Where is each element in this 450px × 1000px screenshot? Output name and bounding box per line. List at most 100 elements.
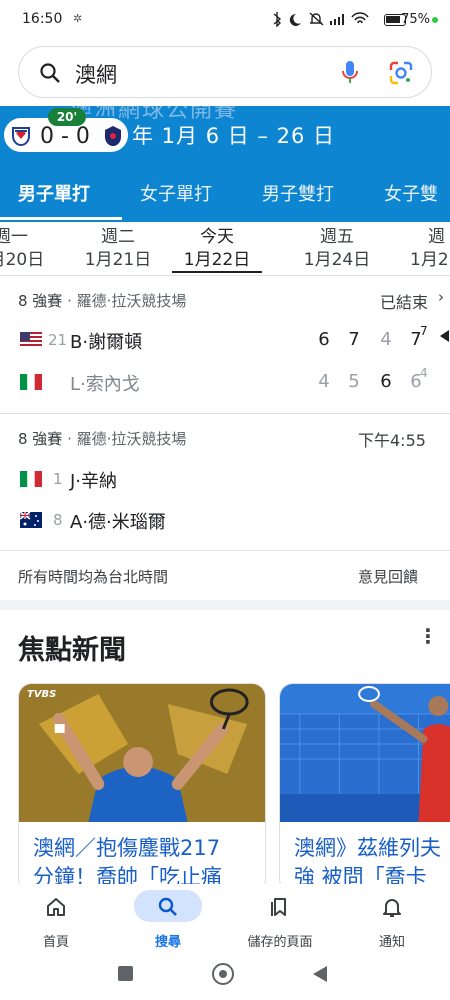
day-tuesday[interactable]: 週二 1月21日 [78, 226, 158, 272]
set-score: 4 [318, 371, 330, 392]
bell-icon [383, 899, 401, 917]
player-seed: 21 [48, 331, 68, 349]
more-options-icon[interactable]: ⋮ [418, 626, 438, 646]
day-monday[interactable]: 週一 1月20日 [0, 226, 46, 272]
news-card[interactable]: TVBS 澳網／抱傷鏖戰217 分鐘！喬帥「吃止痛 [18, 683, 266, 893]
category-tabs: 男子單打 女子單打 男子雙打 女子雙 [0, 168, 450, 220]
match-status: 已結束 [380, 293, 429, 312]
player-name: L·索內戈 [70, 374, 140, 395]
chevron-right-icon: › [438, 288, 444, 306]
day-selector: 週一 1月20日 週二 1月21日 今天 1月22日 週五 1月24日 週 1月… [0, 222, 450, 276]
search-icon [40, 63, 60, 83]
microphone-icon[interactable] [341, 60, 359, 86]
selected-day-indicator [172, 271, 262, 273]
flag-italy-icon [20, 374, 42, 390]
match-round: 8 強賽 [18, 292, 63, 310]
match-card[interactable]: 8 強賽 · 羅德·拉沃競技場 下午4:55 1 J·辛納 8 A·德·米瑙爾 [0, 414, 450, 550]
source-logo: TVBS [27, 689, 57, 700]
search-icon [158, 897, 177, 916]
day-today[interactable]: 今天 1月22日 [177, 226, 257, 272]
match-round: 8 強賽 [18, 430, 63, 448]
system-navigation-bar [0, 954, 450, 1000]
bottom-navigation: 首頁 搜尋 儲存的頁面 通知 [0, 884, 450, 954]
nav-home[interactable]: 首頁 [0, 884, 112, 954]
live-score: 0 - 0 [40, 124, 90, 149]
set-score: 7 [348, 329, 360, 350]
day-date: 1月22日 [183, 250, 251, 270]
day-date: 1月2 [410, 250, 449, 270]
home-button-dot-icon [219, 970, 227, 978]
status-time: 16:50 [22, 11, 63, 27]
player-seed: 8 [53, 511, 63, 529]
set-score: 6 [380, 371, 392, 392]
nav-label: 搜尋 [154, 935, 181, 950]
recents-button[interactable] [118, 966, 133, 981]
live-score-pill[interactable]: 20' 0 - 0 [2, 108, 130, 154]
match-card[interactable]: 8 強賽 · 羅德·拉沃競技場 已結束 › 21 B·謝爾頓 6 7 4 7 7… [0, 276, 450, 413]
flag-usa-icon [20, 332, 42, 348]
status-bar: 16:50 ✲ 75% [0, 0, 450, 40]
feedback-link[interactable]: 意見回饋 [358, 566, 418, 587]
headline-line: 澳網／抱傷鏖戰217 [33, 836, 221, 860]
settings-notification-icon: ✲ [73, 12, 83, 25]
day-date: 1月21日 [84, 250, 152, 270]
tournament-dates: 年 1月 6 日 – 26 日 [132, 124, 335, 148]
player-name: B·謝爾頓 [70, 332, 143, 353]
set-score: 4 [380, 329, 392, 350]
lens-camera-icon[interactable] [389, 61, 413, 85]
nav-saved[interactable]: 儲存的頁面 [224, 884, 336, 954]
status-glyphs-icon [273, 12, 369, 28]
bookmark-icon [271, 898, 286, 916]
day-next[interactable]: 週 1月2 [410, 226, 450, 272]
active-tab-indicator [0, 217, 122, 220]
day-label: 週五 [320, 227, 354, 247]
flag-italy-icon [20, 471, 42, 487]
search-input[interactable]: 澳網 [75, 59, 117, 89]
divider [0, 550, 450, 551]
day-label: 今天 [200, 227, 234, 247]
tab-womens-doubles[interactable]: 女子雙 [384, 180, 438, 206]
player-seed: 1 [53, 470, 63, 488]
nav-search[interactable]: 搜尋 [112, 884, 224, 954]
match-start-time: 下午4:55 [358, 431, 426, 450]
nav-label: 首頁 [42, 935, 69, 950]
nav-label: 儲存的頁面 [247, 935, 313, 950]
day-label: 週 [428, 227, 445, 247]
tab-womens-singles[interactable]: 女子單打 [140, 180, 212, 206]
match-venue: 羅德·拉沃競技場 [76, 292, 187, 310]
news-card[interactable]: 澳網》茲維列夫 強 被問「喬卡 [279, 683, 450, 893]
team-crest-home-icon [12, 127, 30, 147]
top-stories-title: 焦點新聞 [18, 635, 126, 666]
news-photo-zverev [280, 684, 450, 822]
news-photo-djokovic [19, 684, 265, 822]
player-name: A·德·米瑙爾 [70, 512, 166, 533]
status-icons [270, 11, 390, 31]
match-round-venue: 8 強賽 · 羅德·拉沃競技場 [18, 430, 187, 448]
match-venue: 羅德·拉沃競技場 [76, 430, 187, 448]
timezone-note: 所有時間均為台北時間 [18, 568, 169, 586]
set-score: 6 [318, 329, 330, 350]
battery-percent: 75% [401, 12, 430, 27]
headline-line: 澳網》茲維列夫 [294, 836, 441, 860]
home-icon [47, 898, 65, 916]
flag-australia-icon [20, 512, 42, 528]
player-name: J·辛納 [70, 471, 118, 492]
back-button[interactable] [312, 965, 328, 983]
day-date: 1月20日 [0, 250, 45, 270]
tiebreak-score: 4 [420, 366, 428, 380]
day-friday[interactable]: 週五 1月24日 [297, 226, 377, 272]
set-score: 5 [348, 371, 360, 392]
tab-mens-doubles[interactable]: 男子雙打 [262, 180, 334, 206]
search-bar[interactable]: 澳網 [18, 46, 432, 98]
section-separator [0, 600, 450, 610]
nav-label: 通知 [378, 935, 405, 950]
match-round-venue: 8 強賽 · 羅德·拉沃競技場 [18, 292, 187, 310]
nav-notifications[interactable]: 通知 [336, 884, 448, 954]
day-label: 週一 [0, 227, 28, 247]
day-label: 週二 [101, 227, 135, 247]
tiebreak-score: 7 [420, 324, 428, 338]
team-crest-away-icon [105, 126, 121, 146]
winner-arrow-icon [440, 330, 449, 342]
tab-mens-singles[interactable]: 男子單打 [18, 180, 90, 206]
day-date: 1月24日 [303, 250, 371, 270]
